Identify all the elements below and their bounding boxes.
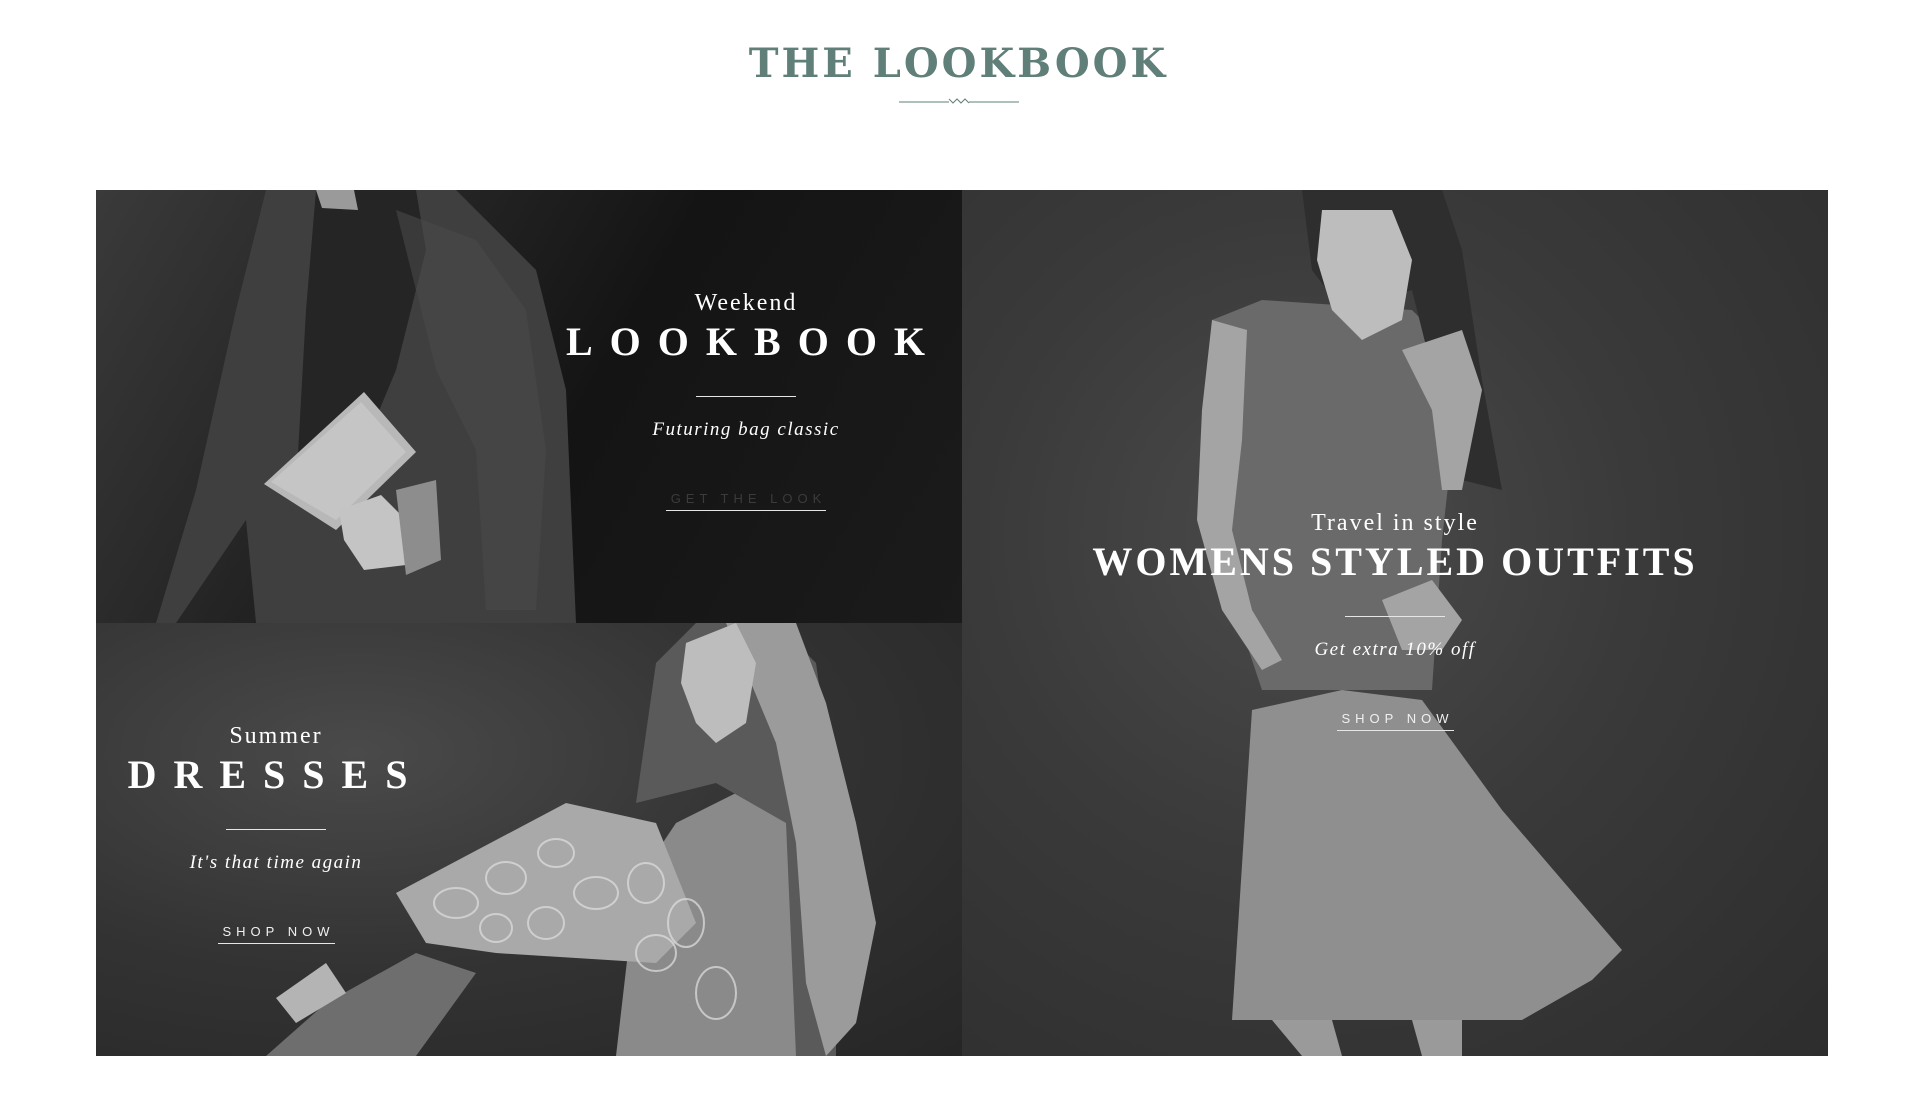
womens-outfits-tile[interactable]: Travel in style WOMENS STYLED OUTFITS Ge… [962,190,1828,1056]
divider [1345,616,1445,617]
travel-caption: Travel in style WOMENS STYLED OUTFITS Ge… [1072,508,1718,731]
lookbook-header: THE LOOKBOOK [0,40,1917,110]
shop-now-link[interactable]: SHOP NOW [1336,711,1454,731]
tile-subtitle: Get extra 10% off [1314,639,1476,660]
divider [696,396,796,397]
get-the-look-link[interactable]: GET THE LOOK [665,491,827,511]
tile-headline: WOMENS STYLED OUTFITS [1092,539,1698,584]
summer-caption: Summer DRESSES It's that time again SHOP… [126,721,426,944]
tile-subtitle: Futuring bag classic [652,419,840,440]
lookbook-tile-weekend[interactable]: Weekend LOOKBOOK Futuring bag classic GE… [96,190,962,623]
title-ornament-icon [898,98,1019,104]
tile-headline: DRESSES [127,752,425,797]
page-title: THE LOOKBOOK [748,40,1169,87]
tile-kicker: Summer [229,723,323,749]
weekend-caption: Weekend LOOKBOOK Futuring bag classic GE… [566,288,926,511]
lookbook-grid: Weekend LOOKBOOK Futuring bag classic GE… [96,190,1828,1056]
divider [226,829,326,830]
tile-kicker: Travel in style [1311,510,1479,536]
tile-kicker: Weekend [694,290,798,316]
tile-headline: LOOKBOOK [566,319,943,364]
shop-now-link[interactable]: SHOP NOW [217,924,335,944]
summer-dresses-tile[interactable]: Summer DRESSES It's that time again SHOP… [96,623,962,1056]
tile-subtitle: It's that time again [189,852,363,873]
